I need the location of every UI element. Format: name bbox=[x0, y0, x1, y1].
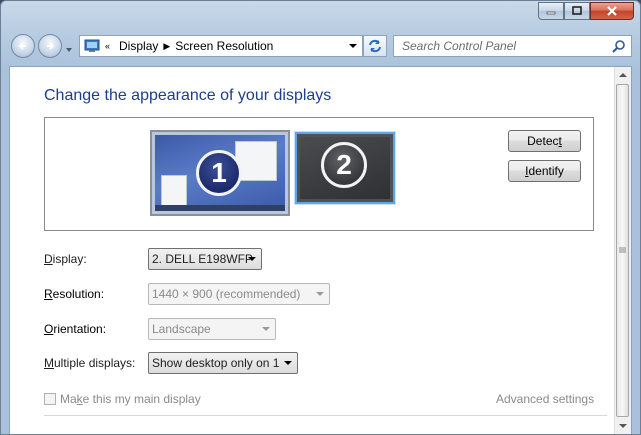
refresh-icon bbox=[369, 39, 381, 53]
orientation-select[interactable]: Landscape bbox=[148, 318, 276, 340]
close-button[interactable] bbox=[590, 2, 634, 20]
scroll-thumb[interactable] bbox=[616, 84, 629, 417]
navigation-bar: « Display ▶ Screen Resolution bbox=[9, 34, 632, 60]
detect-button[interactable]: Detec t bbox=[508, 130, 581, 152]
monitor-arrangement: 1 2 Detec t Identify bbox=[44, 117, 594, 231]
chevron-down-icon bbox=[248, 257, 256, 261]
monitor-number-badge: 1 bbox=[196, 150, 242, 196]
forward-arrow-icon bbox=[47, 42, 55, 50]
advanced-settings-link[interactable]: Advanced settings bbox=[496, 392, 594, 406]
search-input[interactable] bbox=[394, 36, 622, 56]
search-icon[interactable] bbox=[612, 39, 626, 53]
main-display-checkbox[interactable] bbox=[44, 393, 56, 405]
caption-buttons bbox=[538, 2, 634, 20]
breadcrumb-separator-icon[interactable]: ▶ bbox=[163, 41, 170, 52]
monitor-1[interactable]: 1 bbox=[150, 130, 290, 216]
back-arrow-icon bbox=[18, 42, 26, 50]
scroll-up-button[interactable] bbox=[615, 67, 631, 83]
orientation-select-value: Landscape bbox=[152, 322, 211, 336]
control-panel-icon bbox=[84, 39, 100, 52]
page-title: Change the appearance of your displays bbox=[44, 87, 332, 104]
display-select[interactable]: 2. DELL E198WFP bbox=[148, 248, 262, 270]
divider bbox=[44, 415, 607, 416]
multiple-displays-select-value: Show desktop only on 1 bbox=[152, 356, 280, 370]
address-bar[interactable]: « Display ▶ Screen Resolution bbox=[79, 35, 363, 57]
chevron-down-icon bbox=[349, 44, 357, 48]
orientation-label: Orientation: bbox=[44, 322, 107, 336]
minimize-button[interactable] bbox=[538, 2, 564, 20]
overflow-chevron-icon[interactable]: « bbox=[105, 41, 110, 51]
vertical-scrollbar[interactable] bbox=[614, 67, 631, 434]
detect-label: Detec bbox=[527, 134, 559, 148]
maximize-icon bbox=[572, 6, 582, 15]
address-dropdown[interactable] bbox=[344, 36, 362, 56]
scroll-up-icon bbox=[619, 73, 627, 77]
multiple-displays-label: Multiple displays: bbox=[44, 356, 136, 370]
taskbar-thumbnail bbox=[155, 205, 285, 211]
chevron-down-icon bbox=[66, 48, 72, 52]
multiple-displays-select[interactable]: Show desktop only on 1 bbox=[148, 352, 298, 374]
chevron-down-icon bbox=[284, 361, 292, 365]
maximize-button[interactable] bbox=[564, 2, 590, 20]
forward-button[interactable] bbox=[38, 34, 62, 58]
breadcrumb-screen-resolution[interactable]: Screen Resolution bbox=[175, 39, 273, 53]
chevron-down-icon bbox=[316, 292, 324, 296]
minimize-icon bbox=[546, 11, 556, 15]
content-pane: Change the appearance of your displays 1… bbox=[9, 66, 632, 434]
refresh-button[interactable] bbox=[363, 35, 387, 57]
resolution-select-value: 1440 × 900 (recommended) bbox=[152, 287, 301, 301]
detect-accelerator: t bbox=[558, 134, 562, 148]
recent-pages-dropdown[interactable] bbox=[65, 43, 73, 52]
grip-icon bbox=[619, 247, 626, 253]
scroll-down-button[interactable] bbox=[615, 418, 631, 434]
control-panel-window: « Display ▶ Screen Resolution Search Con… bbox=[0, 0, 641, 435]
chevron-down-icon bbox=[262, 327, 270, 331]
main-display-checkbox-row[interactable]: Make this my main display bbox=[44, 392, 201, 406]
resolution-label: Resolution: bbox=[44, 287, 105, 301]
resolution-select[interactable]: 1440 × 900 (recommended) bbox=[148, 283, 330, 305]
back-button[interactable] bbox=[11, 34, 35, 58]
display-select-value: 2. DELL E198WFP bbox=[152, 252, 253, 266]
monitor-2[interactable]: 2 bbox=[295, 132, 395, 204]
breadcrumb-display[interactable]: Display bbox=[119, 39, 158, 53]
identify-button[interactable]: Identify bbox=[508, 160, 581, 182]
close-icon bbox=[607, 6, 617, 16]
identify-label: dentify bbox=[528, 164, 564, 178]
main-display-label: Make this my main display bbox=[60, 392, 201, 406]
search-box[interactable] bbox=[393, 35, 632, 57]
display-label: Display: bbox=[44, 252, 87, 266]
monitor-number-badge: 2 bbox=[321, 142, 367, 188]
scroll-down-icon bbox=[619, 424, 627, 428]
